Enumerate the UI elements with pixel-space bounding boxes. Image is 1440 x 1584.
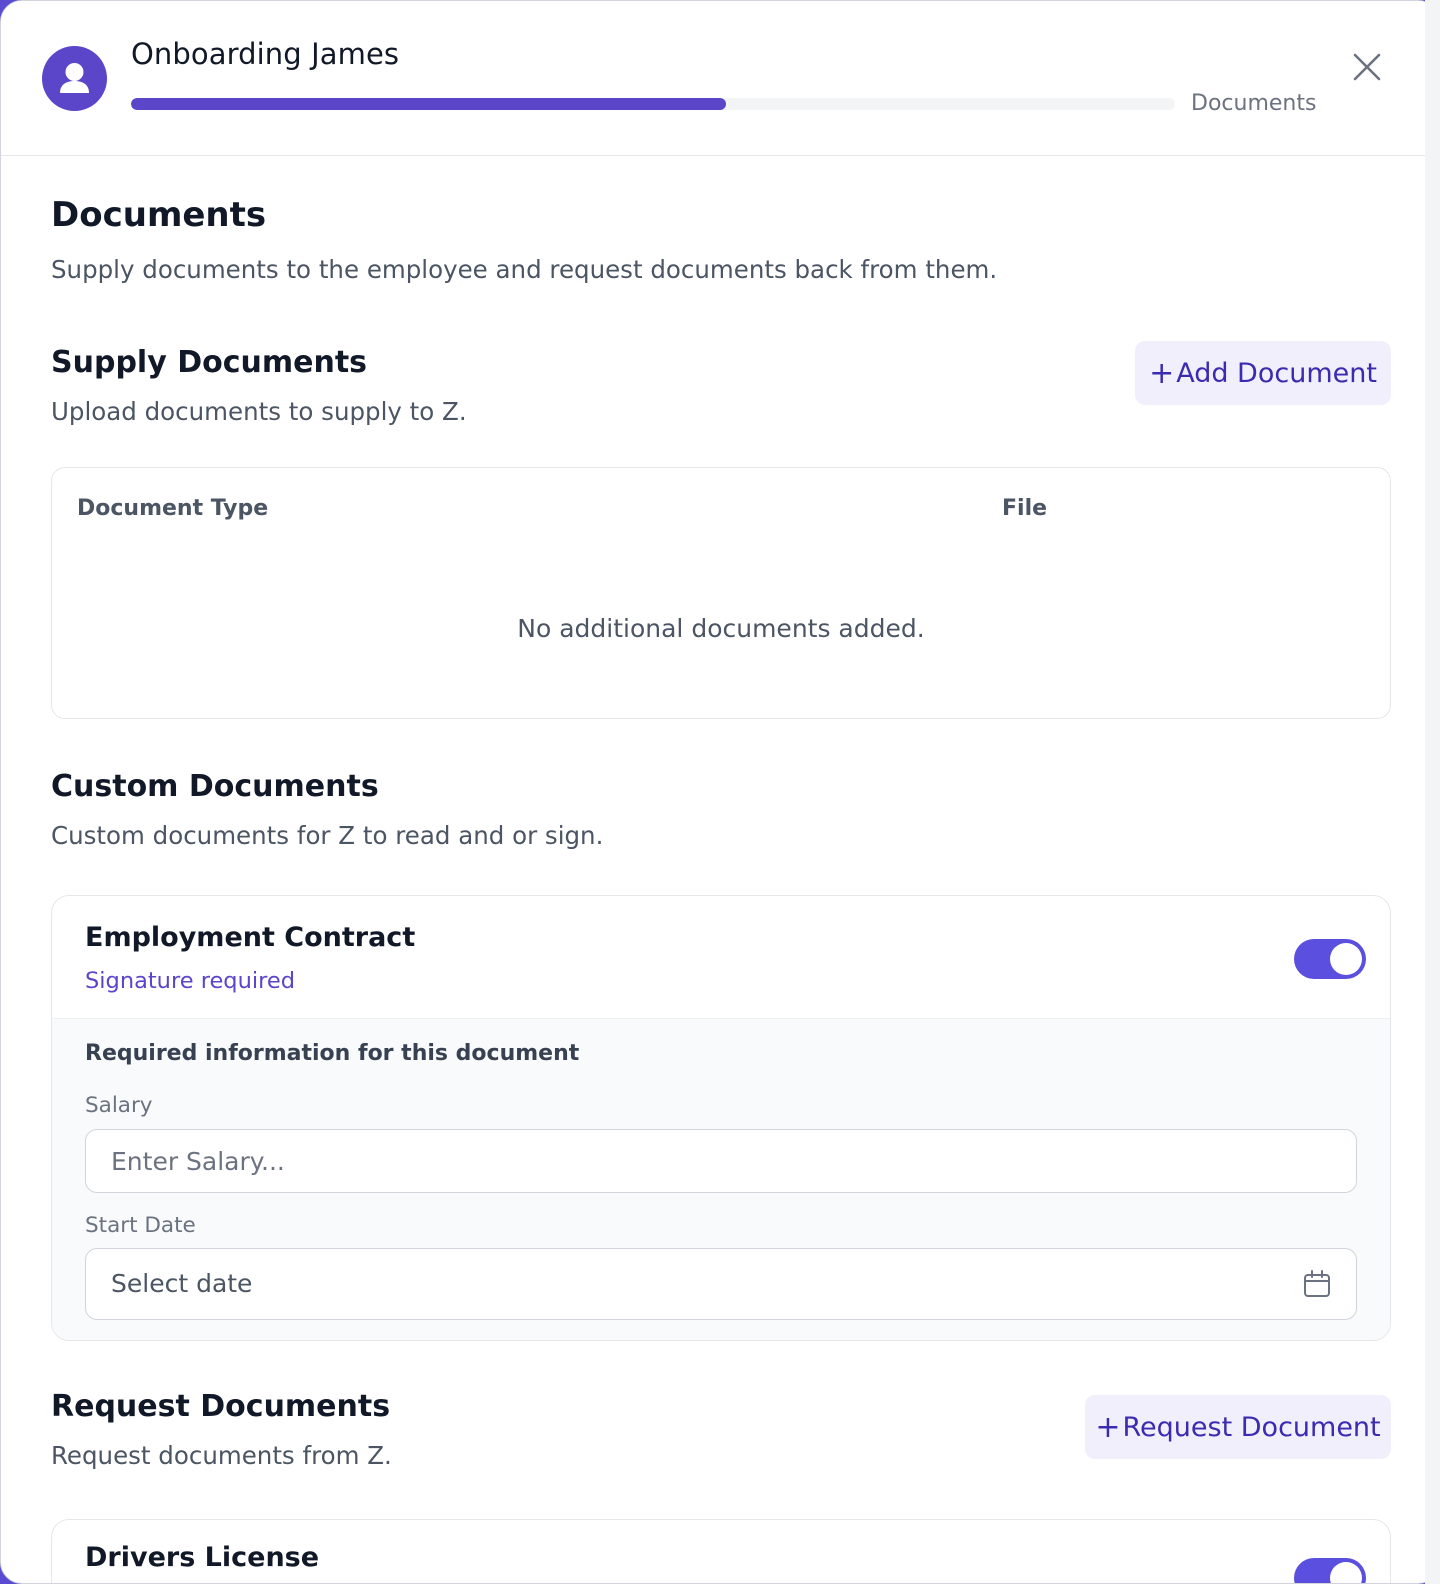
plus-icon: + [1149,355,1175,391]
supply-documents-table: Document Type File No additional documen… [51,467,1391,719]
close-icon [1353,53,1381,81]
avatar [42,46,107,111]
document-title: Employment Contract [85,922,416,953]
progress-bar [131,98,1175,110]
start-date-placeholder: Select date [111,1269,253,1298]
request-document-label: Request Document [1122,1411,1381,1443]
plus-icon: + [1095,1409,1121,1445]
calendar-icon [1304,1270,1330,1297]
toggle-knob [1330,1562,1362,1583]
salary-input[interactable] [85,1129,1357,1193]
onboarding-modal: Onboarding James Documents Documents Sup… [0,0,1440,1584]
empty-state-message: No additional documents added. [517,614,925,643]
section-title-documents: Documents [51,195,267,235]
start-date-label: Start Date [85,1213,196,1238]
column-header-file: File [1002,496,1048,521]
signature-required-label: Signature required [85,968,295,994]
employment-contract-card: Employment Contract Signature required R… [51,895,1391,1341]
progress-fill [131,98,727,110]
document-card-header: Drivers License [52,1520,1390,1583]
column-header-document-type: Document Type [77,496,269,521]
close-button[interactable] [1351,51,1383,83]
backdrop-edge [1425,0,1440,1584]
toggle-knob [1330,943,1362,975]
supply-documents-title: Supply Documents [51,345,368,380]
request-documents-title: Request Documents [51,1389,391,1424]
add-document-button[interactable]: + Add Document [1135,341,1391,405]
salary-label: Salary [85,1093,153,1118]
add-document-label: Add Document [1176,357,1377,389]
required-info-section: Required information for this document S… [52,1019,1390,1340]
current-step-label: Documents [1191,91,1317,116]
custom-documents-title: Custom Documents [51,769,379,804]
request-documents-description: Request documents from Z. [51,1441,392,1470]
custom-documents-description: Custom documents for Z to read and or si… [51,821,604,850]
modal-title: Onboarding James [131,37,400,71]
required-info-title: Required information for this document [85,1041,580,1066]
request-document-button[interactable]: + Request Document [1085,1395,1391,1459]
supply-documents-description: Upload documents to supply to Z. [51,397,467,426]
user-icon [60,63,89,93]
employment-contract-toggle[interactable] [1294,939,1366,979]
document-card-header: Employment Contract Signature required [52,896,1390,1019]
section-description-documents: Supply documents to the employee and req… [51,255,998,284]
drivers-license-toggle[interactable] [1294,1558,1366,1583]
document-title: Drivers License [85,1542,320,1573]
start-date-picker[interactable]: Select date [85,1248,1357,1320]
modal-header: Onboarding James Documents [1,1,1439,156]
drivers-license-card: Drivers License [51,1519,1391,1583]
